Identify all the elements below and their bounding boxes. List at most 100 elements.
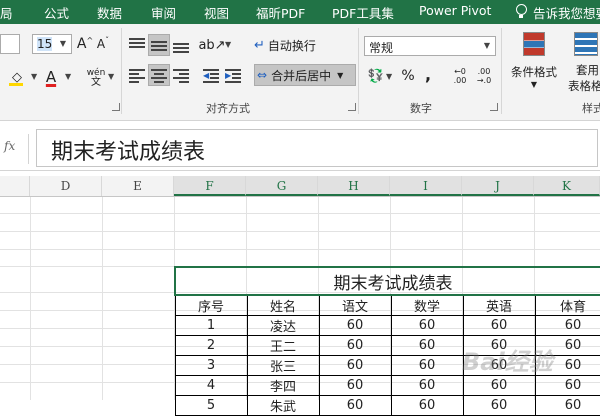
table-cell[interactable]: 60 <box>390 355 464 376</box>
fx-icon[interactable]: fx <box>4 139 15 153</box>
chevron-down-icon[interactable]: ▼ <box>57 37 69 51</box>
conditional-formatting-dropdown-icon[interactable]: ▼ <box>531 80 537 89</box>
font-name-combo[interactable] <box>0 34 20 54</box>
column-header-h[interactable]: H <box>318 176 390 196</box>
align-right-button[interactable] <box>170 64 192 86</box>
table-cell[interactable]: 朱武 <box>246 395 320 416</box>
tab-pdf-tools[interactable]: PDF工具集 <box>332 3 394 22</box>
increase-decimal-button[interactable]: ←0 .00 <box>448 64 472 88</box>
column-header-k[interactable]: K <box>534 176 600 196</box>
tell-me-search[interactable]: 告诉我您想要 <box>533 3 600 22</box>
header-cell[interactable]: 体育 <box>534 294 600 316</box>
table-cell[interactable]: 60 <box>534 375 600 396</box>
formula-input[interactable]: 期末考试成绩表 <box>36 129 598 167</box>
header-cell[interactable]: 姓名 <box>246 294 320 316</box>
top-align-button[interactable] <box>126 34 148 56</box>
tab-foxit-pdf[interactable]: 福昕PDF <box>256 3 305 22</box>
column-header-i[interactable]: I <box>390 176 462 196</box>
middle-align-icon <box>151 38 167 52</box>
tab-formulas[interactable]: 公式 <box>44 3 69 22</box>
table-cell[interactable]: 李四 <box>246 375 320 396</box>
table-header-row: 序号 姓名 语文 数学 英语 体育 <box>174 294 600 316</box>
phonetic-button[interactable]: wén 文 <box>84 64 108 92</box>
phonetic-dropdown-icon[interactable]: ▼ <box>108 72 114 81</box>
table-cell[interactable]: 60 <box>390 315 464 336</box>
chevron-down-icon[interactable]: ▼ <box>481 39 493 53</box>
conditional-formatting-button[interactable]: 条件格式 ▼ <box>506 30 562 94</box>
column-header-f[interactable]: F <box>174 176 246 196</box>
percent-style-button[interactable]: % <box>398 66 418 86</box>
table-title-cell[interactable]: 期末考试成绩表 <box>173 266 600 296</box>
accounting-format-button[interactable]: 💱 <box>366 66 386 86</box>
header-cell[interactable]: 序号 <box>174 294 248 316</box>
number-dialog-launcher-icon[interactable] <box>490 103 498 111</box>
table-cell[interactable]: 60 <box>534 315 600 336</box>
formula-bar-divider <box>28 134 29 164</box>
middle-align-button[interactable] <box>148 34 170 56</box>
tab-page-layout[interactable]: 局 <box>0 3 13 22</box>
column-header-blank[interactable] <box>0 176 30 196</box>
align-center-button[interactable] <box>148 64 170 86</box>
align-left-button[interactable] <box>126 64 148 86</box>
increase-indent-button[interactable]: ▶ <box>222 64 244 86</box>
table-cell[interactable]: 凌达 <box>246 315 320 336</box>
tab-data[interactable]: 数据 <box>97 3 122 22</box>
table-cell[interactable]: 60 <box>462 395 536 416</box>
table-cell[interactable]: 王二 <box>246 335 320 356</box>
wrap-text-button[interactable]: ↵ 自动换行 <box>254 34 330 56</box>
orientation-button[interactable]: ab↗ <box>198 34 225 56</box>
decrease-decimal-button[interactable]: .00 →.0 <box>472 64 496 88</box>
font-dialog-launcher-icon[interactable] <box>112 103 120 111</box>
bottom-align-button[interactable] <box>170 34 192 56</box>
table-cell[interactable]: 4 <box>174 375 248 396</box>
font-color-button[interactable]: A <box>40 66 62 88</box>
merge-center-dropdown-icon[interactable]: ▼ <box>337 71 343 80</box>
tab-power-pivot[interactable]: Power Pivot <box>419 3 491 18</box>
comma-style-button[interactable]: , <box>420 64 436 84</box>
table-grid-icon <box>574 32 598 56</box>
header-cell[interactable]: 数学 <box>390 294 464 316</box>
merge-center-button[interactable]: ⇔ 合并后居中 ▼ <box>254 64 356 86</box>
tab-view[interactable]: 视图 <box>204 3 229 22</box>
increase-decimal-top: ←0 <box>454 67 466 76</box>
column-header-g[interactable]: G <box>246 176 318 196</box>
fill-color-dropdown-icon[interactable]: ▼ <box>31 72 37 81</box>
increase-font-button[interactable]: A ^ <box>76 35 94 53</box>
decrease-font-button[interactable]: Aˇ <box>94 35 112 53</box>
table-cell[interactable]: 60 <box>462 315 536 336</box>
table-cell[interactable]: 60 <box>318 395 392 416</box>
orientation-dropdown-icon[interactable]: ▼ <box>225 40 231 49</box>
align-right-icon <box>173 68 189 83</box>
table-cell[interactable]: 60 <box>390 335 464 356</box>
group-separator <box>121 28 122 114</box>
column-header-d[interactable]: D <box>30 176 102 196</box>
table-cell[interactable]: 2 <box>174 335 248 356</box>
font-color-dropdown-icon[interactable]: ▼ <box>65 72 71 81</box>
header-cell[interactable]: 英语 <box>462 294 536 316</box>
fill-color-button[interactable]: ◇ <box>6 66 28 88</box>
alignment-dialog-launcher-icon[interactable] <box>348 103 356 111</box>
table-cell[interactable]: 60 <box>390 395 464 416</box>
table-cell[interactable]: 60 <box>318 375 392 396</box>
table-row: 1 凌达 60 60 60 60 <box>174 315 600 336</box>
accounting-dropdown-icon[interactable]: ▼ <box>386 72 392 81</box>
decrease-indent-button[interactable]: ◀ <box>200 64 222 86</box>
table-cell[interactable]: 张三 <box>246 355 320 376</box>
table-cell[interactable]: 1 <box>174 315 248 336</box>
column-header-j[interactable]: J <box>462 176 534 196</box>
table-cell[interactable]: 60 <box>318 335 392 356</box>
number-format-combo[interactable]: 常规 ▼ <box>364 36 496 56</box>
table-cell[interactable]: 5 <box>174 395 248 416</box>
table-cell[interactable]: 60 <box>318 315 392 336</box>
table-cell[interactable]: 60 <box>318 355 392 376</box>
tab-review[interactable]: 审阅 <box>151 3 176 22</box>
column-header-e[interactable]: E <box>102 176 174 196</box>
format-as-table-button[interactable]: 套用 表格格式 <box>568 30 600 94</box>
header-cell[interactable]: 语文 <box>318 294 392 316</box>
table-cell[interactable]: 60 <box>390 375 464 396</box>
gridline <box>102 197 103 400</box>
table-cell[interactable]: 3 <box>174 355 248 376</box>
table-cell[interactable]: 60 <box>462 375 536 396</box>
table-cell[interactable]: 60 <box>534 395 600 416</box>
font-size-combo[interactable]: 15 ▼ <box>32 34 72 54</box>
